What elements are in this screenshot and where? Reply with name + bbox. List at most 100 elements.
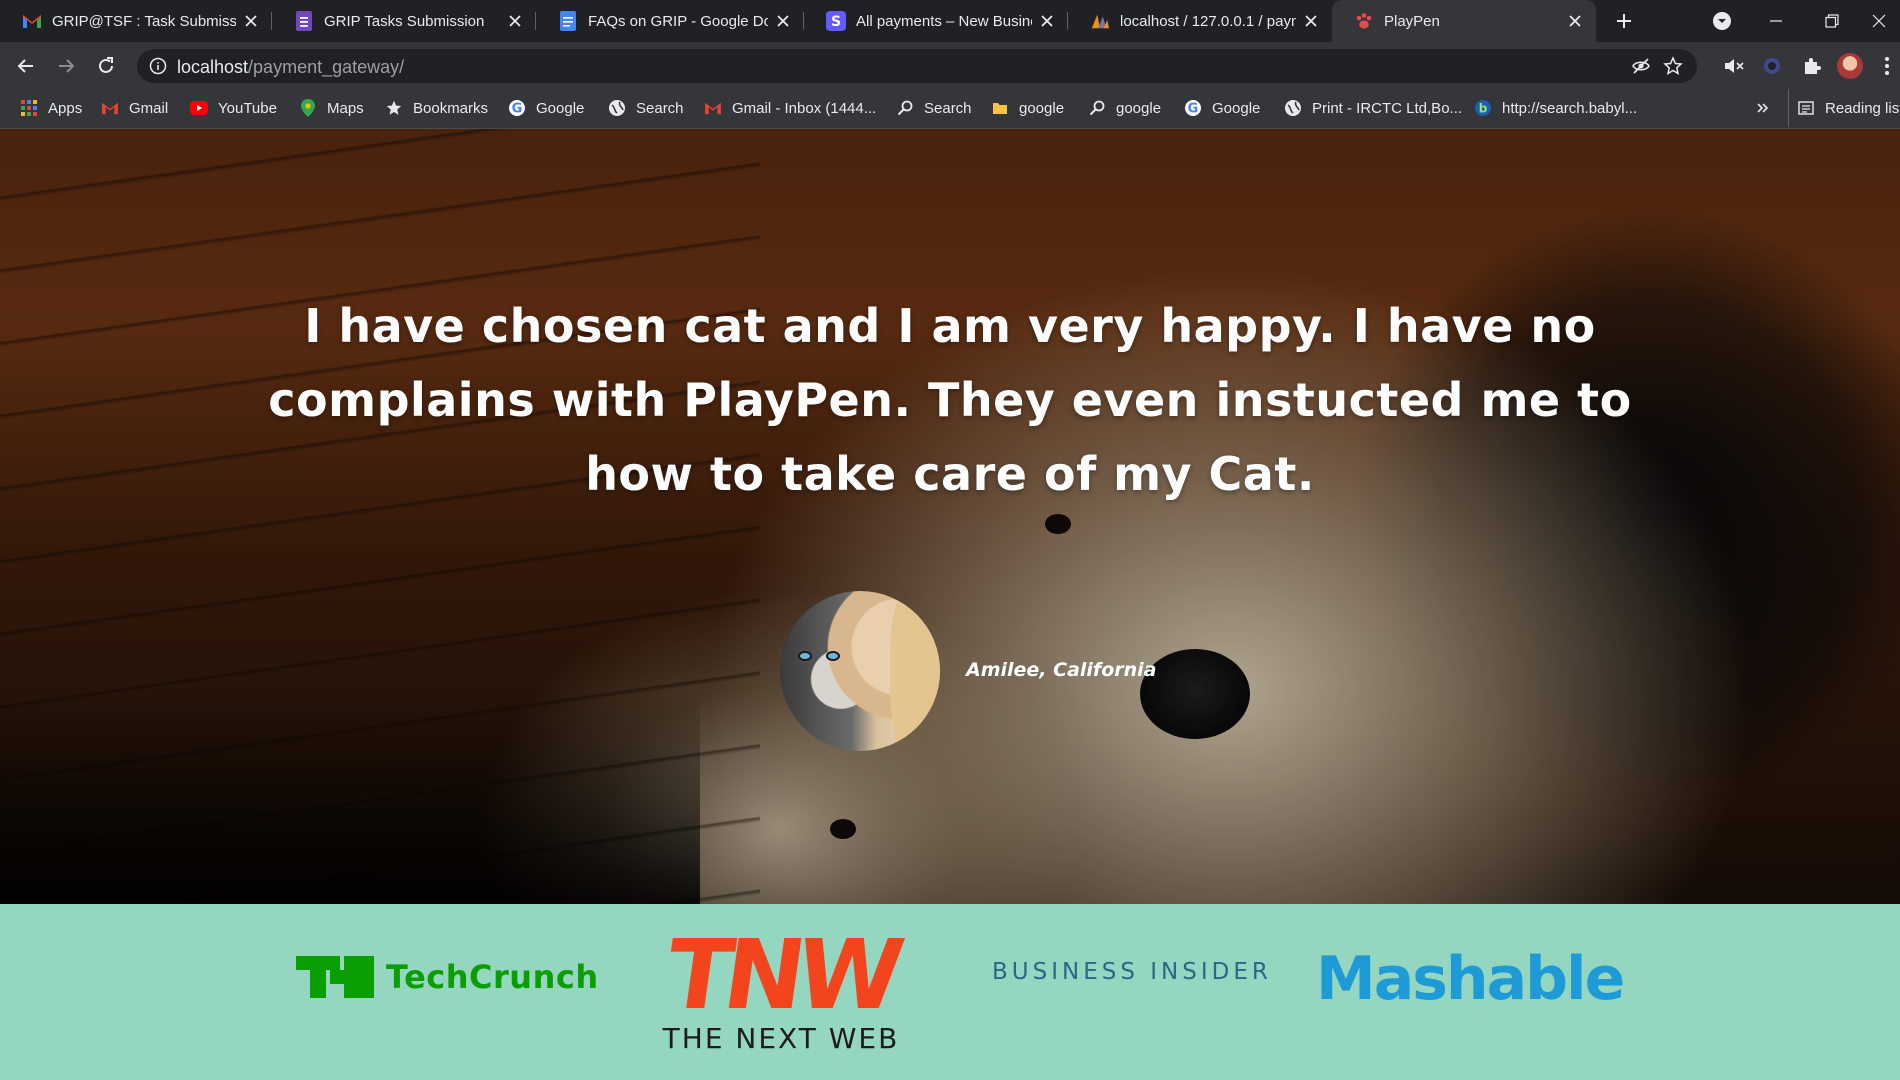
bookmark-search-2[interactable]: Search bbox=[896, 89, 972, 127]
profile-button[interactable] bbox=[1834, 50, 1866, 82]
address-bar[interactable]: localhost/payment_gateway/ bbox=[137, 49, 1697, 83]
browser-toolbar: localhost/payment_gateway/ bbox=[0, 42, 1900, 89]
mashable-text: Mashable bbox=[1316, 944, 1625, 1014]
tab-title: localhost / 127.0.0.1 / payment bbox=[1120, 12, 1296, 30]
business-insider-text: BUSINESS INSIDER bbox=[992, 959, 1272, 985]
mute-button[interactable] bbox=[1718, 50, 1750, 82]
tab-title: FAQs on GRIP - Google Docs bbox=[588, 12, 768, 30]
bookmark-label: Search bbox=[636, 99, 684, 117]
bookmark-google-search[interactable]: google bbox=[1088, 89, 1161, 127]
bookmark-google[interactable]: G Google bbox=[508, 89, 584, 127]
bookmarks-bar: Apps Gmail YouTube Maps Bookmarks G Goog… bbox=[0, 89, 1900, 129]
chevron-down-icon bbox=[1713, 12, 1731, 30]
bookmark-apps[interactable]: Apps bbox=[20, 89, 82, 127]
tab-grip-tsf[interactable]: GRIP@TSF : Task Submission bbox=[0, 0, 272, 42]
reload-button[interactable] bbox=[90, 50, 122, 82]
bookmark-google-folder[interactable]: google bbox=[991, 89, 1064, 127]
folder-icon bbox=[991, 99, 1009, 117]
tab-title: PlayPen bbox=[1384, 12, 1440, 30]
docs-icon bbox=[558, 11, 578, 31]
reading-list-label: Reading list bbox=[1825, 99, 1900, 117]
close-icon[interactable] bbox=[506, 12, 524, 30]
svg-text:S: S bbox=[831, 14, 841, 30]
star-icon[interactable] bbox=[1663, 56, 1683, 76]
bookmark-gmail-inbox[interactable]: Gmail - Inbox (1444... bbox=[704, 89, 876, 127]
close-icon[interactable] bbox=[1566, 12, 1584, 30]
close-icon[interactable] bbox=[242, 12, 260, 30]
close-icon bbox=[1872, 14, 1886, 28]
bookmark-bookmarks[interactable]: Bookmarks bbox=[385, 89, 488, 127]
bookmark-maps[interactable]: Maps bbox=[299, 89, 364, 127]
close-icon[interactable] bbox=[1038, 12, 1056, 30]
tab-grip-tasks[interactable]: GRIP Tasks Submission bbox=[272, 0, 536, 42]
browser-menu-button[interactable] bbox=[1874, 50, 1900, 82]
eye-off-icon[interactable] bbox=[1631, 56, 1651, 76]
reading-list-button[interactable]: Reading list bbox=[1788, 89, 1900, 127]
tab-title: GRIP Tasks Submission bbox=[324, 12, 485, 30]
apps-grid-icon bbox=[20, 99, 38, 117]
bookmark-label: Print - IRCTC Ltd,Bo... bbox=[1312, 99, 1463, 117]
close-icon[interactable] bbox=[1302, 12, 1320, 30]
svg-text:G: G bbox=[1188, 102, 1199, 117]
back-button[interactable] bbox=[10, 50, 42, 82]
testimonial-avatar bbox=[780, 591, 940, 751]
search-icon bbox=[1088, 99, 1106, 117]
arrow-left-icon bbox=[17, 59, 33, 73]
page-content: I have chosen cat and I am very happy. I… bbox=[0, 129, 1900, 1080]
svg-text:G: G bbox=[512, 102, 523, 117]
gmail-icon bbox=[101, 99, 119, 117]
extension-circle-icon bbox=[1764, 58, 1780, 74]
techcrunch-logo[interactable]: TechCrunch bbox=[296, 956, 599, 998]
babylon-icon: b bbox=[1474, 99, 1492, 117]
press-logos-section: TechCrunch TNW THE NEXT WEB BUSINESS INS… bbox=[0, 904, 1900, 1080]
bookmark-label: Google bbox=[536, 99, 585, 117]
restore-button[interactable] bbox=[1804, 0, 1860, 42]
kebab-menu-icon bbox=[1885, 57, 1889, 75]
tab-title: All payments – New Business bbox=[856, 12, 1032, 30]
tab-search-button[interactable] bbox=[1694, 0, 1750, 42]
plus-icon bbox=[1617, 14, 1631, 28]
svg-text:b: b bbox=[1479, 102, 1488, 116]
close-window-button[interactable] bbox=[1858, 0, 1900, 42]
bookmark-babylon[interactable]: b http://search.babyl... bbox=[1474, 89, 1637, 127]
tab-playpen[interactable]: PlayPen bbox=[1332, 0, 1596, 42]
maps-icon bbox=[299, 99, 317, 117]
bookmark-label: Search bbox=[924, 99, 972, 117]
bookmark-label: YouTube bbox=[218, 99, 277, 117]
tab-title: GRIP@TSF : Task Submission bbox=[52, 12, 236, 30]
tnw-logo[interactable]: TNW THE NEXT WEB bbox=[636, 919, 926, 1055]
extensions-menu-button[interactable] bbox=[1796, 50, 1828, 82]
restore-icon bbox=[1825, 14, 1839, 28]
bookmark-label: Bookmarks bbox=[413, 99, 489, 117]
testimonial-author: Amilee, California bbox=[966, 659, 1157, 681]
phpmyadmin-icon bbox=[1090, 11, 1110, 31]
bookmark-label: google bbox=[1019, 99, 1065, 117]
search-icon bbox=[896, 99, 914, 117]
tnw-mark: TNW bbox=[659, 919, 903, 1031]
forward-button[interactable] bbox=[50, 50, 82, 82]
arrow-right-icon bbox=[59, 59, 75, 73]
more-bookmarks-button[interactable] bbox=[1756, 89, 1770, 127]
bookmark-irctc[interactable]: Print - IRCTC Ltd,Bo... bbox=[1284, 89, 1462, 127]
stripe-icon: S bbox=[826, 11, 846, 31]
extension-button[interactable] bbox=[1756, 50, 1788, 82]
info-icon[interactable] bbox=[149, 57, 167, 75]
business-insider-logo[interactable]: BUSINESS INSIDER bbox=[992, 959, 1272, 985]
bookmark-google-2[interactable]: G Google bbox=[1184, 89, 1260, 127]
bookmark-label: Google bbox=[1212, 99, 1261, 117]
tab-phpmyadmin[interactable]: localhost / 127.0.0.1 / payment bbox=[1068, 0, 1332, 42]
minimize-button[interactable] bbox=[1748, 0, 1804, 42]
bookmark-label: http://search.babyl... bbox=[1502, 99, 1638, 117]
close-icon[interactable] bbox=[774, 12, 792, 30]
bookmark-gmail[interactable]: Gmail bbox=[101, 89, 168, 127]
techcrunch-mark-icon bbox=[296, 956, 374, 998]
new-tab-button[interactable] bbox=[1610, 7, 1638, 35]
tab-all-payments[interactable]: S All payments – New Business bbox=[804, 0, 1068, 42]
gmail-icon bbox=[22, 11, 42, 31]
bookmark-search-1[interactable]: Search bbox=[608, 89, 684, 127]
bookmark-youtube[interactable]: YouTube bbox=[190, 89, 277, 127]
bookmark-label: Gmail bbox=[129, 99, 169, 117]
gmail-icon bbox=[704, 99, 722, 117]
mashable-logo[interactable]: Mashable bbox=[1316, 944, 1625, 1014]
tab-faqs-grip[interactable]: FAQs on GRIP - Google Docs bbox=[536, 0, 804, 42]
